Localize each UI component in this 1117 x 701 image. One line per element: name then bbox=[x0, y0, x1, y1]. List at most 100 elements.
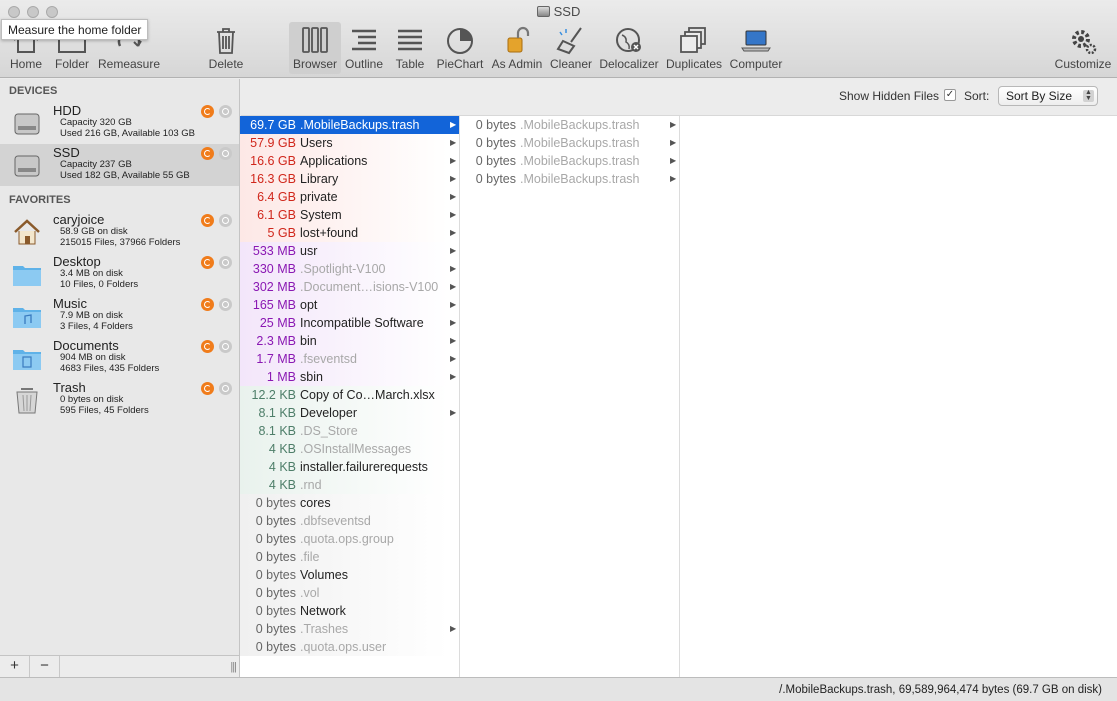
disclosure-arrow-icon[interactable]: ▶ bbox=[450, 296, 456, 314]
file-row[interactable]: 1 MB sbin ▶ bbox=[240, 368, 459, 386]
remeasure-icon[interactable] bbox=[201, 105, 214, 118]
remove-favorite-button[interactable]: − bbox=[30, 656, 60, 677]
disclosure-arrow-icon[interactable]: ▶ bbox=[450, 242, 456, 260]
file-row[interactable]: 6.4 GB private ▶ bbox=[240, 188, 459, 206]
file-row[interactable]: 6.1 GB System ▶ bbox=[240, 206, 459, 224]
disclosure-arrow-icon[interactable]: ▶ bbox=[450, 116, 456, 134]
table-view-button[interactable]: Table bbox=[390, 22, 430, 74]
file-name: .OSInstallMessages bbox=[300, 442, 412, 456]
file-row[interactable]: 0 bytes .MobileBackups.trash ▶ bbox=[460, 170, 679, 188]
file-row[interactable]: 533 MB usr ▶ bbox=[240, 242, 459, 260]
disclosure-arrow-icon[interactable]: ▶ bbox=[450, 224, 456, 242]
file-row[interactable]: 25 MB Incompatible Software ▶ bbox=[240, 314, 459, 332]
show-hidden-files-checkbox[interactable]: ✓ bbox=[944, 89, 956, 101]
file-row[interactable]: 0 bytes .quota.ops.user bbox=[240, 638, 459, 656]
disclosure-arrow-icon[interactable]: ▶ bbox=[670, 116, 676, 134]
file-row[interactable]: 8.1 KB Developer ▶ bbox=[240, 404, 459, 422]
magnifier-icon[interactable] bbox=[219, 256, 232, 269]
computer-button[interactable]: Computer bbox=[727, 22, 785, 74]
disclosure-arrow-icon[interactable]: ▶ bbox=[450, 134, 456, 152]
duplicates-button[interactable]: Duplicates bbox=[664, 22, 724, 74]
remeasure-icon[interactable] bbox=[201, 256, 214, 269]
file-row[interactable]: 0 bytes Network bbox=[240, 602, 459, 620]
disclosure-arrow-icon[interactable]: ▶ bbox=[670, 170, 676, 188]
file-row[interactable]: 57.9 GB Users ▶ bbox=[240, 134, 459, 152]
disclosure-arrow-icon[interactable]: ▶ bbox=[450, 350, 456, 368]
disclosure-arrow-icon[interactable]: ▶ bbox=[450, 206, 456, 224]
sidebar-item-desktop[interactable]: Desktop 3.4 MB on disk 10 Files, 0 Folde… bbox=[0, 253, 239, 295]
file-name: Network bbox=[300, 604, 346, 618]
disclosure-arrow-icon[interactable]: ▶ bbox=[450, 152, 456, 170]
file-row[interactable]: 0 bytes cores bbox=[240, 494, 459, 512]
file-row[interactable]: 0 bytes .quota.ops.group bbox=[240, 530, 459, 548]
sidebar-item-ssd[interactable]: SSD Capacity 237 GB Used 182 GB, Availab… bbox=[0, 144, 239, 186]
sidebar-item-caryjoice[interactable]: caryjoice 58.9 GB on disk 215015 Files, … bbox=[0, 211, 239, 253]
file-row[interactable]: 8.1 KB .DS_Store bbox=[240, 422, 459, 440]
disclosure-arrow-icon[interactable]: ▶ bbox=[450, 278, 456, 296]
cleaner-button[interactable]: Cleaner bbox=[548, 22, 594, 74]
disclosure-arrow-icon[interactable]: ▶ bbox=[450, 332, 456, 350]
disclosure-arrow-icon[interactable]: ▶ bbox=[670, 152, 676, 170]
disclosure-arrow-icon[interactable]: ▶ bbox=[450, 260, 456, 278]
file-row[interactable]: 4 KB .rnd bbox=[240, 476, 459, 494]
file-row[interactable]: 1.7 MB .fseventsd ▶ bbox=[240, 350, 459, 368]
file-row[interactable]: 302 MB .Document…isions-V100 ▶ bbox=[240, 278, 459, 296]
browser-columns-icon bbox=[302, 27, 328, 53]
file-row[interactable]: 4 KB installer.failurerequests bbox=[240, 458, 459, 476]
sidebar-resize-handle[interactable]: ||| bbox=[230, 661, 237, 673]
file-row[interactable]: 12.2 KB Copy of Co…March.xlsx bbox=[240, 386, 459, 404]
file-row[interactable]: 4 KB .OSInstallMessages bbox=[240, 440, 459, 458]
file-row[interactable]: 0 bytes .dbfseventsd bbox=[240, 512, 459, 530]
magnifier-icon[interactable] bbox=[219, 214, 232, 227]
browser-view-button[interactable]: Browser bbox=[289, 22, 341, 74]
disclosure-arrow-icon[interactable]: ▶ bbox=[450, 620, 456, 638]
file-row[interactable]: 0 bytes .MobileBackups.trash ▶ bbox=[460, 152, 679, 170]
file-name: .DS_Store bbox=[300, 424, 358, 438]
window-title: SSD bbox=[0, 4, 1117, 19]
sidebar-item-hdd[interactable]: HDD Capacity 320 GB Used 216 GB, Availab… bbox=[0, 102, 239, 144]
disclosure-arrow-icon[interactable]: ▶ bbox=[450, 368, 456, 386]
file-row[interactable]: 0 bytes .MobileBackups.trash ▶ bbox=[460, 134, 679, 152]
add-favorite-button[interactable]: + bbox=[0, 656, 30, 677]
disclosure-arrow-icon[interactable]: ▶ bbox=[670, 134, 676, 152]
magnifier-icon[interactable] bbox=[219, 298, 232, 311]
file-size: 57.9 GB bbox=[250, 136, 296, 150]
disclosure-arrow-icon[interactable]: ▶ bbox=[450, 404, 456, 422]
magnifier-icon[interactable] bbox=[219, 105, 232, 118]
disclosure-arrow-icon[interactable]: ▶ bbox=[450, 188, 456, 206]
file-row[interactable]: 0 bytes .MobileBackups.trash ▶ bbox=[460, 116, 679, 134]
file-row[interactable]: 0 bytes .vol bbox=[240, 584, 459, 602]
file-row[interactable]: 5 GB lost+found ▶ bbox=[240, 224, 459, 242]
file-row[interactable]: 0 bytes .file bbox=[240, 548, 459, 566]
outline-icon bbox=[352, 29, 376, 51]
magnifier-icon[interactable] bbox=[219, 340, 232, 353]
sidebar-item-music[interactable]: Music 7.9 MB on disk 3 Files, 4 Folders bbox=[0, 295, 239, 337]
file-row[interactable]: 0 bytes .Trashes ▶ bbox=[240, 620, 459, 638]
file-row[interactable]: 16.6 GB Applications ▶ bbox=[240, 152, 459, 170]
piechart-view-button[interactable]: PieChart bbox=[435, 22, 485, 74]
customize-button[interactable]: Customize bbox=[1053, 22, 1113, 74]
as-admin-button[interactable]: As Admin bbox=[489, 22, 545, 74]
file-row[interactable]: 69.7 GB .MobileBackups.trash ▶ bbox=[240, 116, 459, 134]
delete-button[interactable]: Delete bbox=[203, 22, 249, 74]
file-row[interactable]: 0 bytes Volumes bbox=[240, 566, 459, 584]
remeasure-icon[interactable] bbox=[201, 340, 214, 353]
magnifier-icon[interactable] bbox=[219, 147, 232, 160]
disclosure-arrow-icon[interactable]: ▶ bbox=[450, 314, 456, 332]
remeasure-icon[interactable] bbox=[201, 214, 214, 227]
file-row[interactable]: 165 MB opt ▶ bbox=[240, 296, 459, 314]
sidebar-item-trash[interactable]: Trash 0 bytes on disk 595 Files, 45 Fold… bbox=[0, 379, 239, 421]
disclosure-arrow-icon[interactable]: ▶ bbox=[450, 170, 456, 188]
remeasure-icon[interactable] bbox=[201, 382, 214, 395]
sort-select[interactable]: Sort By Size ▲ ▼ bbox=[998, 86, 1098, 106]
outline-view-button[interactable]: Outline bbox=[343, 22, 385, 74]
delocalizer-button[interactable]: Delocalizer bbox=[597, 22, 661, 74]
remeasure-icon[interactable] bbox=[201, 298, 214, 311]
remeasure-icon[interactable] bbox=[201, 147, 214, 160]
file-size: 0 bytes bbox=[255, 640, 296, 654]
file-row[interactable]: 2.3 MB bin ▶ bbox=[240, 332, 459, 350]
sidebar-item-documents[interactable]: Documents 904 MB on disk 4683 Files, 435… bbox=[0, 337, 239, 379]
magnifier-icon[interactable] bbox=[219, 382, 232, 395]
file-row[interactable]: 16.3 GB Library ▶ bbox=[240, 170, 459, 188]
file-row[interactable]: 330 MB .Spotlight-V100 ▶ bbox=[240, 260, 459, 278]
